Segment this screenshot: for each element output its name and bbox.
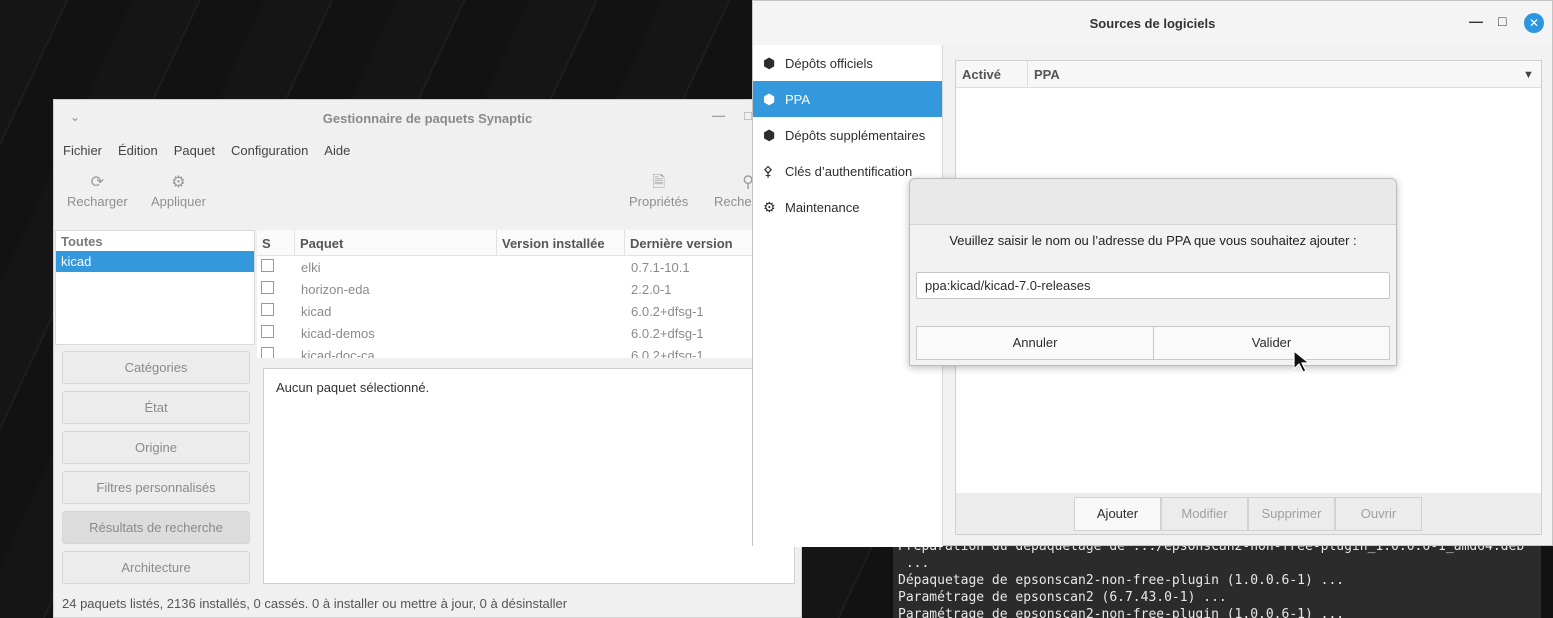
- dialog-titlebar[interactable]: [910, 179, 1396, 225]
- package-checkbox[interactable]: [261, 259, 274, 272]
- package-description: Aucun paquet sélectionné.: [263, 368, 795, 584]
- menu-help[interactable]: Aide: [324, 143, 350, 158]
- package-checkbox[interactable]: [261, 347, 274, 358]
- search-label: Recher: [714, 194, 754, 209]
- package-checkbox[interactable]: [261, 325, 274, 338]
- cancel-button[interactable]: Annuler: [916, 326, 1154, 360]
- terminal-line: Paramétrage de epsonscan2 (6.7.43.0-1) .…: [898, 590, 1227, 605]
- menu-file[interactable]: Fichier: [63, 143, 102, 158]
- column-status[interactable]: S: [257, 230, 295, 255]
- package-icon: ⬢: [763, 54, 776, 71]
- package-table-header: S Paquet Version installée Dernière vers…: [257, 230, 803, 256]
- toolbar: ⟳ Recharger ⚙ Appliquer 🗎 Propriétés ⚲ R…: [54, 164, 801, 226]
- gear-icon: ⚙: [763, 198, 776, 215]
- sort-down-icon[interactable]: ▼: [1517, 61, 1541, 87]
- remove-button[interactable]: Supprimer: [1248, 497, 1335, 531]
- menubar: Fichier Édition Paquet Configuration Aid…: [54, 136, 801, 164]
- column-ppa[interactable]: PPA: [1028, 61, 1517, 87]
- custom-filters-button[interactable]: Filtres personnalisés: [62, 471, 250, 504]
- properties-icon: 🗎: [652, 174, 666, 191]
- column-installed-version[interactable]: Version installée: [497, 230, 625, 255]
- filter-list[interactable]: Toutes kicad: [55, 230, 255, 345]
- filter-header[interactable]: Toutes: [56, 231, 254, 251]
- maximize-icon[interactable]: □: [744, 108, 752, 123]
- ok-button[interactable]: Valider: [1153, 326, 1390, 360]
- architecture-button[interactable]: Architecture: [62, 551, 250, 584]
- sidebar-item-label: PPA: [785, 91, 811, 107]
- key-icon: ⚴: [763, 162, 774, 179]
- sidebar-item-label: Dépôts officiels: [785, 55, 873, 71]
- menu-package[interactable]: Paquet: [174, 143, 215, 158]
- properties-label: Propriétés: [629, 194, 689, 209]
- ppa-actions: Ajouter Modifier Supprimer Ouvrir: [955, 493, 1542, 535]
- apply-label: Appliquer: [151, 194, 206, 209]
- reload-icon: ⟳: [90, 174, 105, 191]
- package-icon: ⬢: [763, 126, 776, 143]
- terminal-line: Dépaquetage de epsonscan2-non-free-plugi…: [898, 573, 1345, 588]
- table-row[interactable]: kicad 6.0.2+dfsg-1: [257, 300, 803, 322]
- package-icon: ⬢: [763, 90, 776, 107]
- sidebar-item-label: Dépôts supplémentaires: [785, 127, 926, 143]
- dialog-prompt: Veuillez saisir le nom ou l’adresse du P…: [949, 233, 1357, 248]
- edit-button[interactable]: Modifier: [1161, 497, 1248, 531]
- ppa-table-header: Activé PPA ▼: [956, 61, 1541, 88]
- terminal-line: Paramétrage de epsonscan2-non-free-plugi…: [898, 607, 1345, 618]
- sidebar-item-official-repos[interactable]: ⬢ Dépôts officiels: [753, 45, 942, 81]
- package-name: kicad-doc-ca: [301, 347, 375, 359]
- sidebar-item-label: Maintenance: [785, 199, 860, 215]
- package-name: elki: [301, 259, 321, 275]
- package-checkbox[interactable]: [261, 303, 274, 316]
- apply-icon: ⚙: [171, 174, 186, 191]
- window-menu-icon[interactable]: ⌄: [70, 110, 80, 124]
- window-title: Sources de logiciels: [1089, 15, 1216, 31]
- package-name: kicad: [301, 303, 332, 319]
- close-icon[interactable]: ✕: [1524, 13, 1544, 33]
- sidebar-item-label: Clés d’authentification: [785, 163, 913, 179]
- add-button[interactable]: Ajouter: [1074, 497, 1161, 531]
- reload-label: Recharger: [67, 194, 128, 209]
- synaptic-titlebar[interactable]: ⌄ Gestionnaire de paquets Synaptic — □: [54, 100, 801, 136]
- minimize-icon[interactable]: —: [712, 108, 725, 123]
- apply-button[interactable]: ⚙ Appliquer: [151, 172, 206, 209]
- column-package[interactable]: Paquet: [295, 230, 497, 255]
- terminal-line: ...: [898, 556, 930, 571]
- status-bar: 24 paquets listés, 2136 installés, 0 cas…: [62, 596, 568, 611]
- package-table[interactable]: S Paquet Version installée Dernière vers…: [257, 230, 803, 358]
- add-ppa-dialog: Veuillez saisir le nom ou l’adresse du P…: [909, 178, 1397, 366]
- categories-button[interactable]: Catégories: [62, 351, 250, 384]
- table-row[interactable]: kicad-doc-ca 6.0.2+dfsg-1: [257, 344, 803, 358]
- package-name: horizon-eda: [301, 281, 370, 297]
- open-button[interactable]: Ouvrir: [1335, 497, 1422, 531]
- sidebar-item-additional-repos[interactable]: ⬢ Dépôts supplémentaires: [753, 117, 942, 153]
- sources-titlebar[interactable]: Sources de logiciels — □ ✕: [753, 1, 1552, 45]
- window-title: Gestionnaire de paquets Synaptic: [322, 110, 533, 126]
- search-icon: ⚲: [742, 174, 754, 191]
- reload-button[interactable]: ⟳ Recharger: [67, 172, 128, 209]
- synaptic-window: ⌄ Gestionnaire de paquets Synaptic — □ F…: [53, 99, 803, 618]
- table-row[interactable]: kicad-demos 6.0.2+dfsg-1: [257, 322, 803, 344]
- package-checkbox[interactable]: [261, 281, 274, 294]
- status-button[interactable]: État: [62, 391, 250, 424]
- sidebar-item-ppa[interactable]: ⬢ PPA: [753, 81, 942, 117]
- search-results-button[interactable]: Résultats de recherche: [62, 511, 250, 544]
- ppa-address-input[interactable]: [916, 272, 1390, 299]
- maximize-icon[interactable]: □: [1498, 13, 1506, 29]
- column-enabled[interactable]: Activé: [956, 61, 1028, 87]
- package-name: kicad-demos: [301, 325, 375, 341]
- filter-item-kicad[interactable]: kicad: [56, 251, 254, 272]
- minimize-icon[interactable]: —: [1469, 13, 1483, 29]
- mouse-pointer-icon: [1293, 350, 1311, 373]
- menu-edit[interactable]: Édition: [118, 143, 158, 158]
- table-row[interactable]: horizon-eda 2.2.0-1: [257, 278, 803, 300]
- properties-button[interactable]: 🗎 Propriétés: [629, 172, 688, 209]
- table-row[interactable]: elki 0.7.1-10.1: [257, 256, 803, 278]
- menu-settings[interactable]: Configuration: [231, 143, 308, 158]
- search-button[interactable]: ⚲ Recher: [714, 172, 754, 209]
- origin-button[interactable]: Origine: [62, 431, 250, 464]
